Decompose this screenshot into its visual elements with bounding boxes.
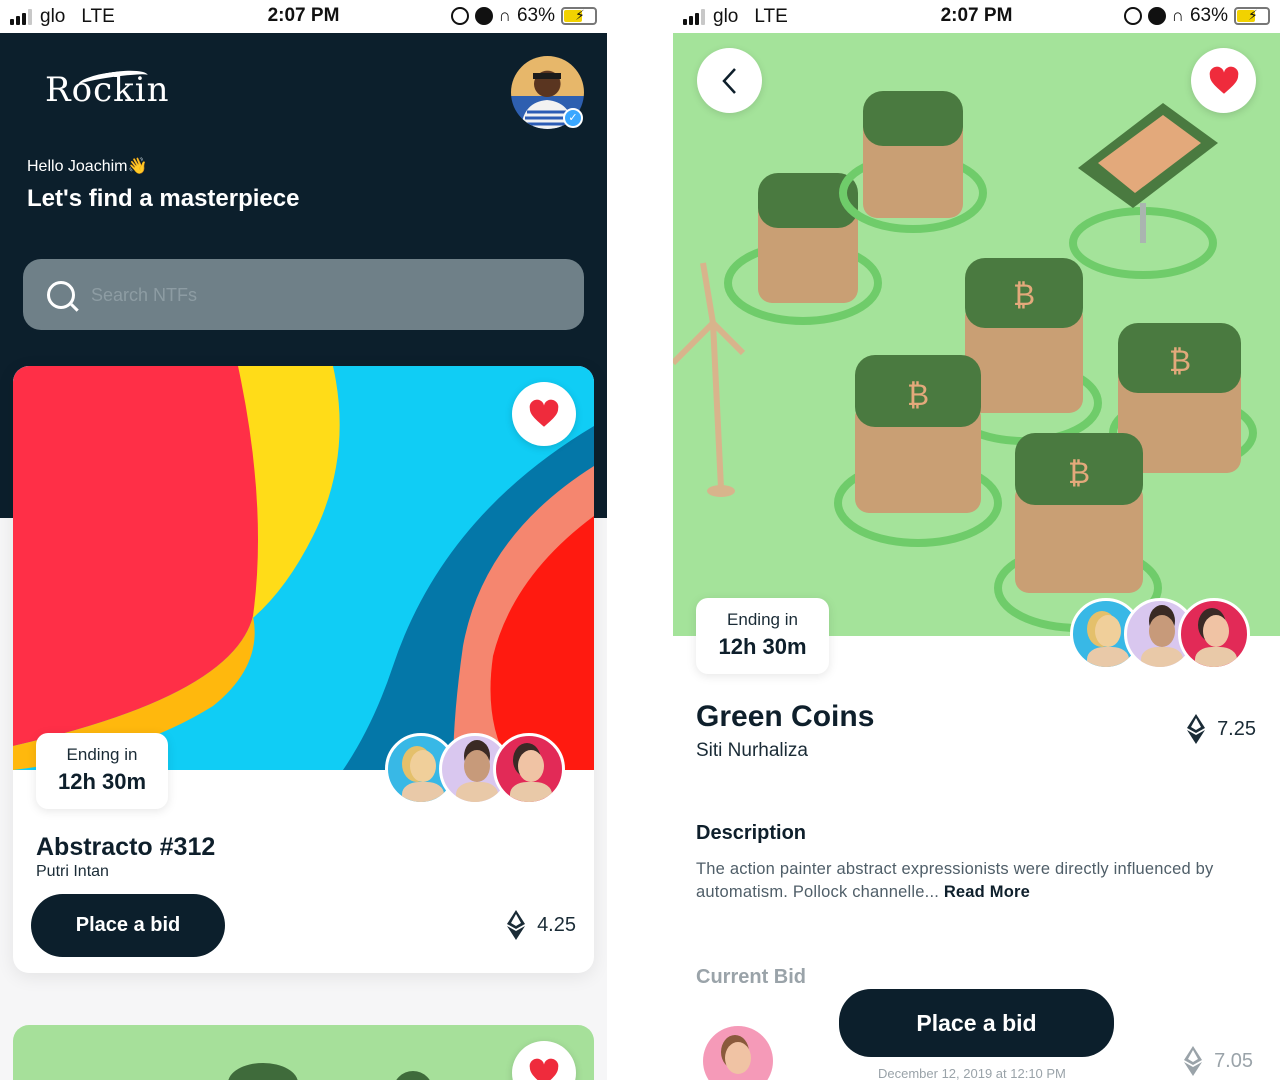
verified-badge-icon: ✓ [563, 108, 583, 128]
greeting: Hello Joachim👋 [27, 158, 148, 175]
nft-price: 7.25 [1187, 714, 1256, 744]
bidder-avatar[interactable] [1178, 598, 1250, 670]
favorite-button[interactable] [512, 1041, 576, 1080]
svg-text:₿: ₿ [1068, 456, 1090, 491]
artwork-shape [393, 1071, 433, 1080]
heart-icon [529, 399, 559, 427]
nft-title: Abstracto #312 [36, 833, 216, 861]
status-bar: glo LTE 2:07 PM ∩ 63% ⚡ [0, 0, 607, 33]
search-input[interactable] [91, 281, 551, 309]
ending-label: Ending in [66, 745, 138, 764]
nft-price: 4.25 [507, 910, 576, 940]
favorite-button[interactable] [1191, 48, 1256, 113]
battery-percent: 63% [516, 5, 555, 26]
heart-icon [1209, 66, 1238, 94]
read-more-link[interactable]: Read More [944, 883, 1030, 901]
ethereum-icon [1184, 1046, 1203, 1076]
page-title: Let's find a masterpiece [27, 185, 300, 212]
bidder-avatar[interactable] [703, 1026, 773, 1080]
back-arrow-icon [721, 67, 736, 94]
ethereum-icon [1187, 714, 1206, 744]
price-value: 4.25 [537, 913, 576, 936]
status-right: ∩ 63% ⚡ [1123, 5, 1270, 27]
ending-time: 12h 30m [57, 769, 147, 794]
alarm-icon [1147, 7, 1166, 25]
artwork-shape [228, 1063, 298, 1080]
nft-title: Green Coins [696, 700, 875, 733]
status-bar: glo LTE 2:07 PM ∩ 63% ⚡ [673, 0, 1280, 33]
description-text: The action painter abstract expressionis… [696, 858, 1256, 904]
back-button[interactable] [697, 48, 762, 113]
bidder-avatars[interactable] [1070, 598, 1250, 670]
svg-text:₿: ₿ [1013, 278, 1035, 313]
status-right: ∩ 63% ⚡ [450, 5, 597, 27]
headphones-icon: ∩ [498, 6, 511, 25]
nft-card[interactable]: Ending in 12h 30m Abstracto #312 Putri I… [13, 366, 594, 973]
place-bid-button[interactable]: Place a bid [31, 894, 225, 957]
description-heading: Description [696, 822, 807, 844]
alarm-icon [474, 7, 493, 25]
nft-artist: Siti Nurhaliza [696, 740, 808, 761]
ending-time: 12h 30m [718, 634, 807, 659]
detail-screen: glo LTE 2:07 PM ∩ 63% ⚡ ₿ ₿ ₿ ₿ Ending i… [673, 0, 1280, 1080]
favorite-button[interactable] [512, 382, 576, 446]
search-bar[interactable] [23, 259, 584, 330]
home-screen: glo LTE 2:07 PM ∩ 63% ⚡ Rockin ✓ Hello J… [0, 0, 607, 1080]
battery-icon: ⚡ [561, 7, 597, 25]
bid-date: December 12, 2019 at 12:10 PM [878, 1066, 1066, 1080]
bid-price-value: 7.05 [1214, 1049, 1253, 1072]
price-value: 7.25 [1217, 717, 1256, 740]
battery-icon: ⚡ [1234, 7, 1270, 25]
bidder-avatars[interactable] [385, 733, 565, 805]
search-icon [47, 281, 75, 309]
bidder-avatar[interactable] [493, 733, 565, 805]
current-bid-heading: Current Bid [696, 966, 806, 988]
headphones-icon: ∩ [1171, 6, 1184, 25]
ending-timer: Ending in 12h 30m [696, 598, 829, 674]
green-coins-artwork: ₿ ₿ ₿ ₿ [673, 33, 1280, 636]
ending-timer: Ending in 12h 30m [36, 733, 168, 809]
nft-artist: Putri Intan [36, 863, 109, 880]
svg-text:₿: ₿ [1169, 344, 1191, 379]
nft-artwork[interactable] [13, 366, 594, 770]
svg-text:₿: ₿ [907, 378, 929, 413]
ethereum-icon [507, 910, 526, 940]
abstract-art [13, 366, 594, 770]
nft-card-next[interactable] [13, 1025, 594, 1080]
bid-price: 7.05 [1184, 1046, 1253, 1076]
heart-icon [529, 1058, 559, 1080]
battery-percent: 63% [1189, 5, 1228, 26]
ending-label: Ending in [727, 610, 798, 629]
rotation-lock-icon [450, 7, 469, 25]
place-bid-button[interactable]: Place a bid [839, 989, 1114, 1057]
rotation-lock-icon [1123, 7, 1142, 25]
nft-hero-image[interactable]: ₿ ₿ ₿ ₿ [673, 33, 1280, 636]
